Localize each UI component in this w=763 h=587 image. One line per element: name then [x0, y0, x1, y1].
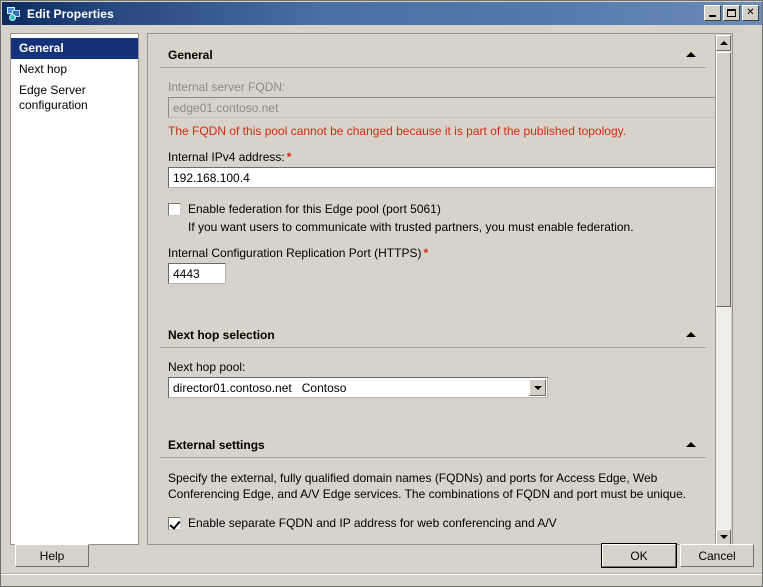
section-header-next-hop-selection[interactable]: Next hop selection [160, 324, 706, 348]
replication-port-label: Internal Configuration Replication Port … [168, 246, 706, 260]
sidebar-item-label: Edge Server configuration [19, 83, 88, 112]
enable-federation-row[interactable]: Enable federation for this Edge pool (po… [168, 202, 706, 216]
internal-ipv4-address-label: Internal IPv4 address: * [168, 150, 706, 164]
internal-server-fqdn-input [168, 97, 720, 118]
separate-fqdn-label: Enable separate FQDN and IP address for … [188, 516, 557, 530]
window-title: Edit Properties [27, 6, 114, 21]
vertical-scrollbar[interactable] [715, 35, 731, 544]
edit-properties-dialog: Edit Properties ✕ General Next hop Edge … [0, 0, 763, 587]
internal-ipv4-address-input[interactable] [168, 167, 720, 188]
section-title: Next hop selection [168, 328, 275, 342]
window-controls: ✕ [704, 5, 759, 21]
required-asterisk: * [423, 246, 429, 260]
close-button[interactable]: ✕ [742, 5, 759, 21]
separate-fqdn-checkbox[interactable] [168, 517, 181, 530]
section-title: General [168, 48, 213, 62]
minimize-button[interactable] [704, 5, 721, 21]
collapse-chevron-up-icon[interactable] [686, 52, 696, 57]
sidebar-item-edge-server-configuration[interactable]: Edge Server configuration [11, 80, 138, 116]
section-header-general[interactable]: General [160, 44, 706, 68]
footer-divider [1, 573, 762, 575]
close-icon: ✕ [746, 7, 755, 18]
properties-icon [6, 6, 22, 22]
scroll-up-arrow-icon[interactable] [716, 35, 731, 51]
section-header-external-settings[interactable]: External settings [160, 434, 706, 458]
enable-federation-checkbox[interactable] [168, 203, 181, 216]
settings-scroll-content: General Internal server FQDN: The FQDN o… [148, 34, 720, 544]
next-hop-pool-dropdown[interactable]: director01.contoso.net Contoso [168, 377, 548, 398]
chevron-down-icon[interactable] [529, 379, 546, 396]
scroll-down-arrow-icon[interactable] [716, 529, 731, 544]
sidebar-item-general[interactable]: General [11, 38, 138, 59]
cancel-button[interactable]: Cancel [680, 544, 754, 567]
ok-button[interactable]: OK [601, 543, 677, 568]
fqdn-error-message: The FQDN of this pool cannot be changed … [168, 124, 627, 138]
required-asterisk: * [286, 150, 292, 164]
maximize-button[interactable] [723, 5, 740, 21]
settings-content-pane: General Internal server FQDN: The FQDN o… [147, 33, 733, 545]
collapse-chevron-up-icon[interactable] [686, 442, 696, 447]
collapse-chevron-up-icon[interactable] [686, 332, 696, 337]
federation-hint-text: If you want users to communicate with tr… [188, 220, 634, 234]
internal-server-fqdn-label: Internal server FQDN: [168, 80, 286, 94]
enable-federation-label: Enable federation for this Edge pool (po… [188, 202, 441, 216]
scrollbar-thumb[interactable] [716, 52, 731, 307]
separate-fqdn-row[interactable]: Enable separate FQDN and IP address for … [168, 516, 706, 530]
sidebar-item-next-hop[interactable]: Next hop [11, 59, 138, 80]
label-text: Internal Configuration Replication Port … [168, 246, 422, 260]
next-hop-pool-value: director01.contoso.net Contoso [173, 380, 347, 395]
sidebar-item-label: Next hop [19, 62, 68, 76]
title-bar[interactable]: Edit Properties ✕ [2, 2, 762, 25]
external-settings-description: Specify the external, fully qualified do… [168, 471, 687, 501]
section-title: External settings [168, 438, 265, 452]
label-text: Internal IPv4 address: [168, 150, 285, 164]
sidebar-item-label: General [19, 41, 64, 55]
navigation-pane: General Next hop Edge Server configurati… [10, 33, 139, 545]
help-button[interactable]: Help [15, 544, 89, 567]
next-hop-pool-label: Next hop pool: [168, 360, 246, 374]
replication-port-input[interactable] [168, 263, 226, 284]
